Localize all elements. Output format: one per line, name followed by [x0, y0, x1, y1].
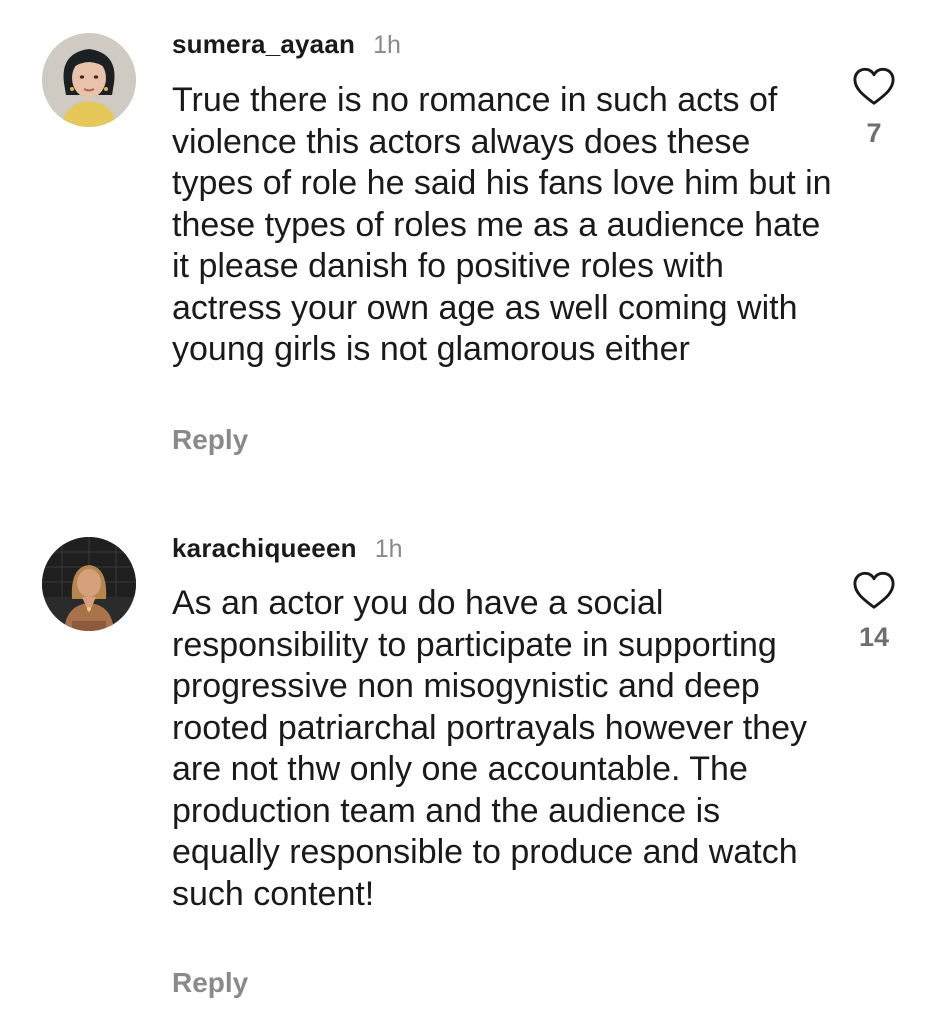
comment-item: karachiqueeen 1h As an actor you do have… [0, 512, 947, 1024]
like-count: 7 [866, 118, 882, 148]
avatar[interactable] [42, 33, 136, 127]
like-count: 14 [858, 622, 890, 652]
avatar[interactable] [42, 537, 136, 631]
timestamp: 1h [373, 31, 401, 59]
like-control: 7 [846, 66, 902, 149]
comment-item: sumera_ayaan 1h True there is no romance… [0, 0, 947, 490]
timestamp: 1h [374, 535, 403, 563]
reply-button[interactable]: Reply [172, 424, 248, 456]
comment-text: As an actor you do have a social respons… [172, 584, 807, 913]
avatar-image [42, 537, 136, 631]
username[interactable]: sumera_ayaan [172, 29, 355, 60]
avatar-image [42, 33, 136, 127]
reply-button[interactable]: Reply [172, 967, 248, 999]
like-control: 14 [846, 570, 902, 653]
heart-outline-icon[interactable] [852, 570, 896, 610]
comment-header: karachiqueeen 1h [172, 533, 403, 567]
username[interactable]: karachiqueeen [172, 533, 357, 564]
comment-header: sumera_ayaan 1h [172, 29, 401, 63]
heart-outline-icon[interactable] [852, 66, 896, 106]
comment-text: True there is no romance in such acts of… [172, 81, 832, 368]
